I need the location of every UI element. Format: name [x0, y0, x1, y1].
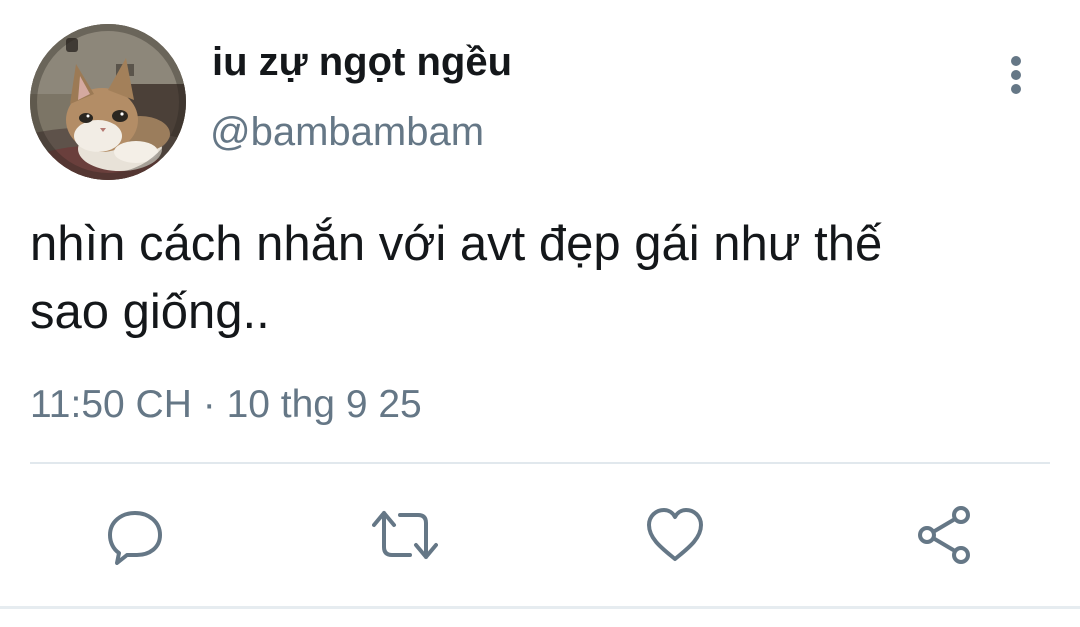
tweet-time: 11:50 CH: [30, 383, 192, 426]
share-icon: [918, 506, 970, 564]
tweet-card: iu zự ngọt ngều @bambambam nhìn cách nhắ…: [0, 0, 1080, 627]
retweet-icon: [372, 511, 438, 559]
avatar[interactable]: [30, 24, 186, 180]
tweet-text-line-1: nhìn cách nhắn với avt đẹp gái như thế: [30, 217, 883, 271]
reply-button[interactable]: [100, 500, 170, 570]
divider-bottom: [0, 606, 1080, 609]
user-handle[interactable]: @bambambam: [210, 110, 484, 155]
tweet-timestamp[interactable]: 11:50 CH · 10 thg 9 25: [30, 383, 422, 427]
like-button[interactable]: [640, 500, 710, 570]
share-button[interactable]: [910, 500, 980, 570]
cat-photo-image: [30, 24, 186, 180]
tweet-text-line-2: sao giống..: [30, 285, 270, 339]
reply-icon: [108, 511, 162, 565]
divider: [30, 462, 1050, 464]
heart-icon: [647, 508, 703, 561]
tweet-text: nhìn cách nhắn với avt đẹp gái như thế s…: [30, 210, 1040, 346]
more-options-button[interactable]: [996, 50, 1036, 100]
display-name[interactable]: iu zự ngọt ngều: [212, 40, 512, 85]
retweet-button[interactable]: [370, 500, 440, 570]
more-vertical-icon: [1011, 56, 1021, 94]
tweet-date: 10 thg 9 25: [226, 383, 422, 426]
meta-separator: ·: [202, 383, 216, 426]
